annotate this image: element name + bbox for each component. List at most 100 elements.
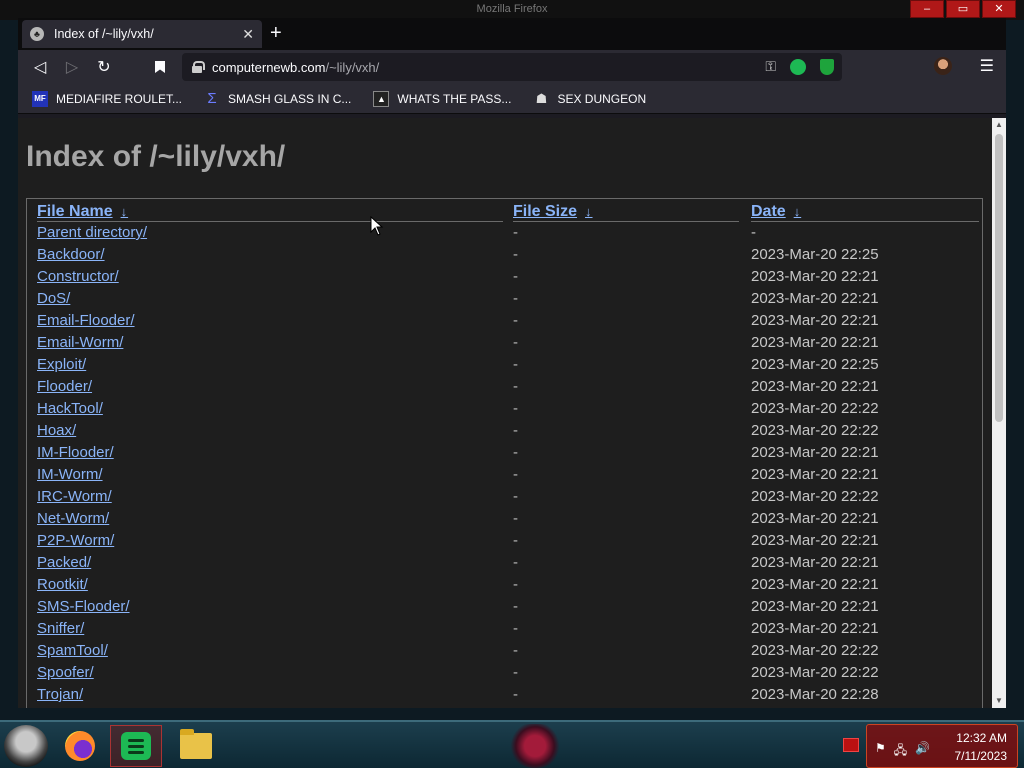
- file-name-link[interactable]: Net-Worm/: [37, 510, 109, 527]
- table-row: Constructor/ - 2023-Mar-20 22:21: [27, 268, 982, 290]
- column-header-file-size[interactable]: File Size ↓: [513, 203, 593, 221]
- account-avatar[interactable]: [933, 57, 952, 75]
- start-button[interactable]: [4, 725, 48, 767]
- volume-icon[interactable]: 🔊: [915, 741, 930, 762]
- spotify-icon: [121, 732, 151, 760]
- file-name-link[interactable]: Spoofer/: [37, 664, 94, 681]
- file-listing-table: File Name ↓ File Size ↓ Date ↓ Parent direc…: [26, 198, 983, 708]
- bookmark-mediafire[interactable]: MF MEDIAFIRE ROULET...: [32, 90, 182, 107]
- file-name-link[interactable]: Sniffer/: [37, 620, 84, 637]
- file-name-link[interactable]: DoS/: [37, 290, 70, 307]
- column-header-file-name[interactable]: File Name ↓: [37, 203, 128, 221]
- file-date: 2023-Mar-20 22:25: [751, 356, 879, 373]
- lock-icon[interactable]: [192, 61, 205, 73]
- table-row: HackTool/ - 2023-Mar-20 22:22: [27, 400, 982, 422]
- firefox-icon: [65, 731, 95, 761]
- bookmark-sex-dungeon[interactable]: ☗ SEX DUNGEON: [533, 90, 647, 107]
- taskbar: ⚑ 🖧 🔊 12:32 AM 7/11/2023: [0, 720, 1024, 768]
- file-date: 2023-Mar-20 22:21: [751, 268, 879, 285]
- header-divider: [513, 221, 739, 222]
- scrollbar-thumb[interactable]: [995, 134, 1003, 422]
- file-name-link[interactable]: Email-Worm/: [37, 334, 123, 351]
- bookmark-smash-glass[interactable]: Σ SMASH GLASS IN C...: [204, 90, 351, 107]
- table-row: SpamTool/ - 2023-Mar-20 22:22: [27, 642, 982, 664]
- address-bar[interactable]: computernewb.com/~lily/vxh/ ⚿: [182, 53, 842, 81]
- file-name-link[interactable]: Backdoor/: [37, 246, 105, 263]
- bookmark-whats-the-pass[interactable]: ▲ WHATS THE PASS...: [373, 90, 511, 107]
- file-name-link[interactable]: Parent directory/: [37, 224, 147, 241]
- table-row: IM-Flooder/ - 2023-Mar-20 22:21: [27, 444, 982, 466]
- tab-active[interactable]: ♣ Index of /~lily/vxh/ ✕: [22, 20, 262, 48]
- table-row: Packed/ - 2023-Mar-20 22:21: [27, 554, 982, 576]
- sort-arrow-icon: ↓: [793, 204, 802, 219]
- page-title: Index of /~lily/vxh/: [26, 140, 286, 173]
- file-size: -: [513, 664, 518, 681]
- spotify-extension-icon[interactable]: [790, 58, 806, 75]
- window-controls: – ▭ ✕: [910, 0, 1016, 18]
- file-name-link[interactable]: Trojan/: [37, 686, 83, 703]
- table-row: Email-Flooder/ - 2023-Mar-20 22:21: [27, 312, 982, 334]
- reload-button[interactable]: ↻: [88, 53, 120, 81]
- file-name-link[interactable]: Packed/: [37, 554, 91, 571]
- table-row: Backdoor/ - 2023-Mar-20 22:25: [27, 246, 982, 268]
- file-date: 2023-Mar-20 22:21: [751, 312, 879, 329]
- file-name-link[interactable]: Rootkit/: [37, 576, 88, 593]
- file-date: 2023-Mar-20 22:21: [751, 598, 879, 615]
- file-size: -: [513, 444, 518, 461]
- scroll-up-icon[interactable]: ▲: [992, 118, 1006, 132]
- new-tab-button[interactable]: +: [270, 23, 282, 43]
- file-name-link[interactable]: IM-Worm/: [37, 466, 103, 483]
- minimize-button[interactable]: –: [910, 0, 944, 18]
- file-date: 2023-Mar-20 22:21: [751, 532, 879, 549]
- dungeon-icon: ☗: [535, 90, 548, 106]
- file-name-link[interactable]: SMS-Flooder/: [37, 598, 130, 615]
- file-name-link[interactable]: IM-Flooder/: [37, 444, 114, 461]
- file-size: -: [513, 598, 518, 615]
- vertical-scrollbar[interactable]: ▲ ▼: [992, 118, 1006, 708]
- lock-icon: ▲: [373, 90, 390, 107]
- page-content: Index of /~lily/vxh/ File Name ↓ File Siz…: [18, 118, 992, 708]
- table-row: P2P-Worm/ - 2023-Mar-20 22:21: [27, 532, 982, 554]
- file-date: 2023-Mar-20 22:22: [751, 422, 879, 439]
- taskbar-firefox[interactable]: [54, 725, 106, 767]
- table-row: IM-Worm/ - 2023-Mar-20 22:21: [27, 466, 982, 488]
- hamburger-menu-icon[interactable]: ☰: [980, 56, 994, 76]
- file-name-link[interactable]: IRC-Worm/: [37, 488, 112, 505]
- flag-icon[interactable]: ⚑: [875, 741, 886, 762]
- file-name-link[interactable]: SpamTool/: [37, 642, 108, 659]
- clock[interactable]: 12:32 AM 7/11/2023: [955, 729, 1008, 765]
- tray-icons: ⚑ 🖧 🔊: [875, 741, 930, 762]
- file-size: -: [513, 290, 518, 307]
- scroll-down-icon[interactable]: ▼: [992, 694, 1006, 708]
- file-date: 2023-Mar-20 22:28: [751, 686, 879, 703]
- file-date: 2023-Mar-20 22:22: [751, 642, 879, 659]
- file-name-link[interactable]: Hoax/: [37, 422, 76, 439]
- file-date: 2023-Mar-20 22:22: [751, 488, 879, 505]
- key-icon[interactable]: ⚿: [765, 58, 776, 75]
- taskbar-file-explorer[interactable]: [170, 725, 222, 767]
- forward-button[interactable]: ▷: [56, 53, 88, 81]
- file-size: -: [513, 642, 518, 659]
- file-name-link[interactable]: Flooder/: [37, 378, 92, 395]
- file-name-link[interactable]: Exploit/: [37, 356, 86, 373]
- shield-extension-icon[interactable]: [820, 58, 834, 75]
- taskbar-wallpaper-art: [508, 724, 562, 768]
- file-name-link[interactable]: HackTool/: [37, 400, 103, 417]
- file-name-link[interactable]: Email-Flooder/: [37, 312, 135, 329]
- column-header-date[interactable]: Date ↓: [751, 203, 801, 221]
- file-name-link[interactable]: Constructor/: [37, 268, 119, 285]
- close-icon[interactable]: ✕: [242, 26, 254, 43]
- taskbar-spotify[interactable]: [110, 725, 162, 767]
- tab-title: Index of /~lily/vxh/: [54, 27, 154, 41]
- url-domain: computernewb.com: [212, 59, 326, 75]
- network-icon[interactable]: 🖧: [894, 741, 907, 762]
- maximize-button[interactable]: ▭: [946, 0, 980, 18]
- bookmark-icon[interactable]: [144, 53, 176, 81]
- action-center-icon[interactable]: [843, 738, 859, 752]
- file-name-link[interactable]: P2P-Worm/: [37, 532, 114, 549]
- file-date: 2023-Mar-20 22:21: [751, 620, 879, 637]
- close-window-button[interactable]: ✕: [982, 0, 1016, 18]
- file-date: 2023-Mar-20 22:21: [751, 576, 879, 593]
- table-row: Exploit/ - 2023-Mar-20 22:25: [27, 356, 982, 378]
- back-button[interactable]: ◁: [24, 53, 56, 81]
